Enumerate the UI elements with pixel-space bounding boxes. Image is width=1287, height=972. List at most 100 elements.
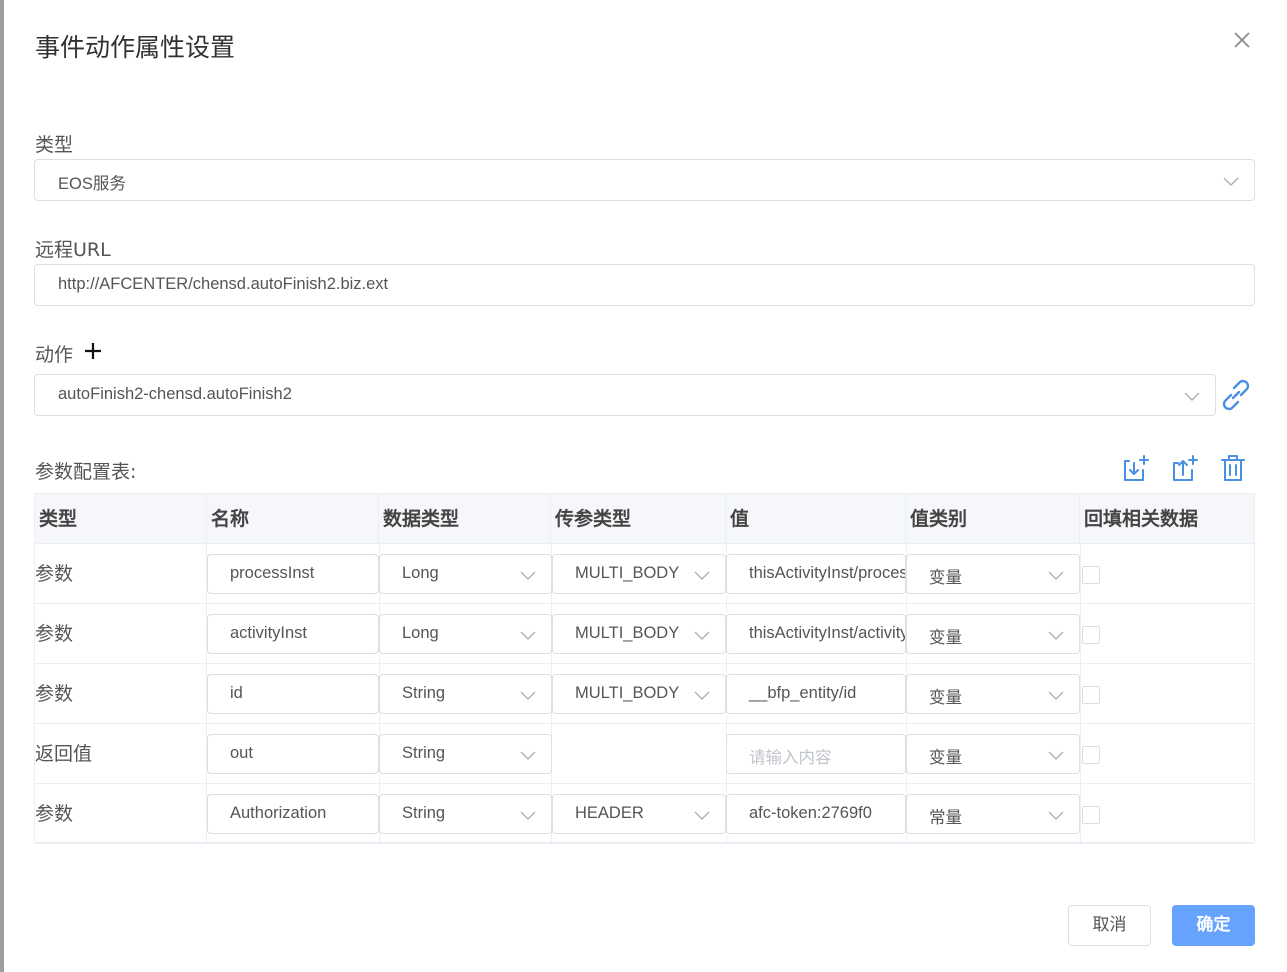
chevron-down-icon (1047, 806, 1065, 824)
column-header-value-class: 值类别 (906, 494, 1080, 544)
data-type-text: Long (402, 564, 439, 582)
pass-type-text: MULTI_BODY (575, 624, 680, 642)
param-name-input[interactable]: out (207, 734, 379, 774)
action-select-value: autoFinish2-chensd.autoFinish2 (58, 385, 292, 403)
table-header: 类型 名称 数据类型 传参类型 值 值类别 回填相关数据 (35, 494, 1254, 544)
param-name-input[interactable]: processInst (207, 554, 379, 594)
value-text: thisActivityInst/activityInstID (749, 624, 905, 642)
cancel-button[interactable]: 取消 (1068, 905, 1151, 946)
column-divider (1080, 604, 1081, 664)
import-icon[interactable] (1120, 453, 1150, 483)
value-text: 请输入内容 (749, 749, 832, 767)
column-divider (1080, 544, 1081, 604)
param-name-text: id (230, 684, 243, 702)
row-type: 参数 (35, 664, 207, 724)
data-type-text: String (402, 804, 446, 822)
export-icon[interactable] (1169, 453, 1199, 483)
data-type-select[interactable]: String (379, 734, 552, 774)
type-select-value: EOS服务 (58, 175, 126, 193)
chevron-down-icon (693, 686, 711, 704)
chevron-down-icon (519, 686, 537, 704)
link-icon[interactable] (1217, 376, 1255, 414)
column-divider (1080, 784, 1081, 844)
param-name-input[interactable]: activityInst (207, 614, 379, 654)
value-class-select[interactable]: 常量 (906, 794, 1080, 834)
url-input-value: http://AFCENTER/chensd.autoFinish2.biz.e… (58, 275, 389, 293)
param-name-text: Authorization (230, 804, 327, 822)
param-name-input[interactable]: id (207, 674, 379, 714)
chevron-down-icon (519, 626, 537, 644)
param-name-input[interactable]: Authorization (207, 794, 379, 834)
param-name-text: processInst (230, 564, 315, 582)
data-type-select[interactable]: String (379, 674, 552, 714)
chevron-down-icon (693, 566, 711, 584)
url-label: 远程URL (35, 239, 111, 261)
delete-icon[interactable] (1218, 453, 1248, 483)
pass-type-select[interactable]: HEADER (552, 794, 726, 834)
chevron-down-icon (519, 566, 537, 584)
chevron-down-icon (519, 806, 537, 824)
pass-type-text: MULTI_BODY (575, 684, 680, 702)
column-divider (1080, 664, 1081, 724)
data-type-text: String (402, 744, 446, 762)
chevron-down-icon (1047, 746, 1065, 764)
action-select[interactable]: autoFinish2-chensd.autoFinish2 (34, 374, 1216, 416)
value-input[interactable]: afc-token:2769f0 (726, 794, 906, 834)
value-text: afc-token:2769f0 (749, 804, 872, 822)
value-class-select[interactable]: 变量 (906, 734, 1080, 774)
row-type: 参数 (35, 604, 207, 664)
param-name-text: activityInst (230, 624, 308, 642)
row-type: 参数 (35, 544, 207, 604)
table-row: 参数 Authorization String HEADER afc-token:276… (35, 784, 1254, 844)
value-input[interactable]: thisActivityInst/activityInstID (726, 614, 906, 654)
chevron-down-icon (1047, 626, 1065, 644)
add-action-icon[interactable] (82, 340, 104, 362)
value-input[interactable]: __bfp_entity/id (726, 674, 906, 714)
pass-type-select[interactable]: MULTI_BODY (552, 614, 726, 654)
pass-type-text: MULTI_BODY (575, 564, 680, 582)
chevron-down-icon (1184, 392, 1200, 402)
table-row: 返回值 out String 请输入内容 变量 (35, 724, 1254, 784)
column-header-type: 类型 (35, 494, 207, 544)
ok-button[interactable]: 确定 (1172, 905, 1255, 946)
pass-type-select[interactable]: MULTI_BODY (552, 674, 726, 714)
table-row: 参数 processInst Long MULTI_BODY thisActivityI… (35, 544, 1254, 604)
value-class-text: 常量 (929, 809, 962, 827)
value-class-text: 变量 (929, 689, 962, 707)
data-type-text: Long (402, 624, 439, 642)
type-label: 类型 (35, 134, 74, 156)
column-header-value: 值 (726, 494, 906, 544)
data-type-select[interactable]: String (379, 794, 552, 834)
value-class-text: 变量 (929, 749, 962, 767)
backfill-checkbox[interactable] (1082, 686, 1100, 704)
data-type-select[interactable]: Long (379, 614, 552, 654)
backfill-checkbox[interactable] (1082, 626, 1100, 644)
backfill-checkbox[interactable] (1082, 746, 1100, 764)
backfill-checkbox[interactable] (1082, 806, 1100, 824)
params-table: 类型 名称 数据类型 传参类型 值 值类别 回填相关数据 参数 processIn… (34, 493, 1255, 844)
table-row: 参数 id String MULTI_BODY __bfp_entity/id 变量 (35, 664, 1254, 724)
data-type-select[interactable]: Long (379, 554, 552, 594)
backfill-checkbox[interactable] (1082, 566, 1100, 584)
column-header-backfill: 回填相关数据 (1084, 508, 1199, 530)
column-header-pass-type: 传参类型 (551, 494, 726, 544)
type-select[interactable]: EOS服务 (34, 159, 1255, 201)
value-text: thisActivityInst/processInstID (749, 564, 905, 582)
param-name-text: out (230, 744, 253, 762)
value-input[interactable]: 请输入内容 (726, 734, 906, 774)
dialog-title: 事件动作属性设置 (35, 33, 236, 62)
url-input[interactable]: http://AFCENTER/chensd.autoFinish2.biz.e… (34, 264, 1255, 306)
value-class-select[interactable]: 变量 (906, 554, 1080, 594)
pass-type-select[interactable]: MULTI_BODY (552, 554, 726, 594)
value-class-select[interactable]: 变量 (906, 614, 1080, 654)
row-type: 返回值 (35, 724, 207, 784)
close-icon[interactable] (1230, 28, 1254, 52)
column-divider (1080, 724, 1081, 784)
value-class-select[interactable]: 变量 (906, 674, 1080, 714)
table-row: 参数 activityInst Long MULTI_BODY thisActivity… (35, 604, 1254, 664)
row-type: 参数 (35, 784, 207, 844)
params-label: 参数配置表: (35, 461, 137, 483)
chevron-down-icon (693, 806, 711, 824)
value-class-text: 变量 (929, 569, 962, 587)
value-input[interactable]: thisActivityInst/processInstID (726, 554, 906, 594)
